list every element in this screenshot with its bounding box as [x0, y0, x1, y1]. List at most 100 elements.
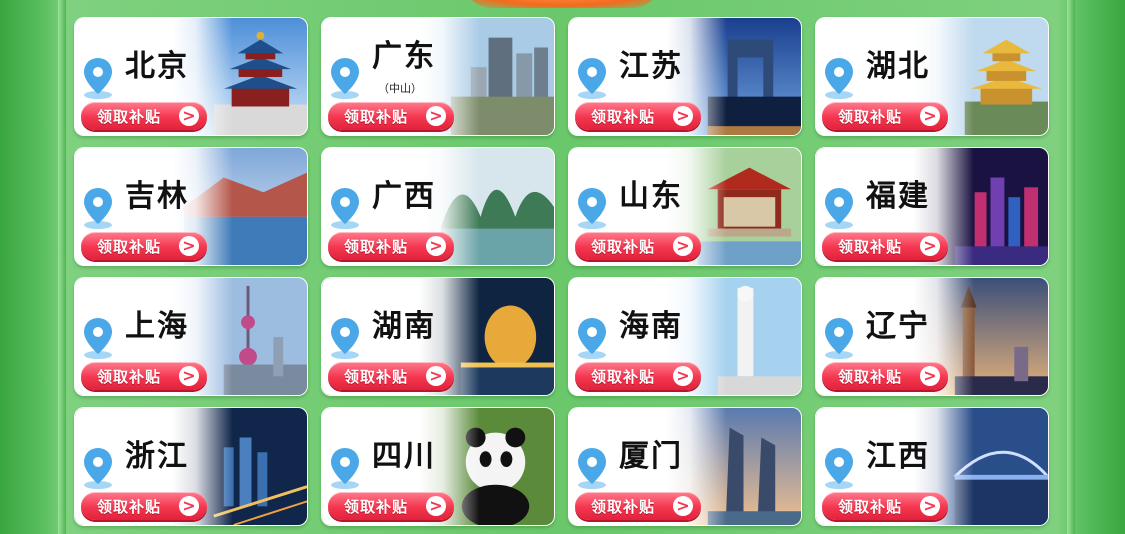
claim-subsidy-label: 领取补贴 — [591, 107, 656, 126]
claim-subsidy-button[interactable]: 领取补贴 > — [328, 362, 454, 390]
claim-subsidy-button[interactable]: 领取补贴 > — [81, 232, 207, 260]
claim-subsidy-label: 领取补贴 — [344, 367, 409, 386]
top-tab-glow — [462, 0, 662, 8]
claim-subsidy-button[interactable]: 领取补贴 > — [81, 102, 207, 130]
claim-subsidy-label: 领取补贴 — [838, 497, 903, 516]
region-card[interactable]: 江苏领取补贴 > — [568, 17, 802, 136]
chevron-right-icon: > — [920, 236, 940, 256]
claim-subsidy-label: 领取补贴 — [591, 367, 656, 386]
right-rail — [1067, 0, 1075, 534]
region-name: 海南 — [619, 309, 683, 344]
region-name: 上海 — [125, 309, 189, 344]
claim-subsidy-button[interactable]: 领取补贴 > — [822, 232, 948, 260]
claim-subsidy-button[interactable]: 领取补贴 > — [575, 102, 701, 130]
claim-subsidy-button[interactable]: 领取补贴 > — [575, 362, 701, 390]
region-name: 北京 — [125, 49, 189, 84]
location-pin-icon — [81, 446, 115, 490]
claim-subsidy-button[interactable]: 领取补贴 > — [575, 492, 701, 520]
region-name: 辽宁 — [866, 309, 930, 344]
location-pin-icon — [81, 186, 115, 230]
location-pin-icon — [575, 186, 609, 230]
claim-subsidy-label: 领取补贴 — [591, 237, 656, 256]
location-pin-icon — [328, 446, 362, 490]
chevron-right-icon: > — [179, 106, 199, 126]
chevron-right-icon: > — [673, 366, 693, 386]
region-name: 山东 — [619, 179, 683, 214]
location-pin-icon — [822, 56, 856, 100]
claim-subsidy-label: 领取补贴 — [97, 237, 162, 256]
claim-subsidy-button[interactable]: 领取补贴 > — [328, 232, 454, 260]
region-card[interactable]: 北京领取补贴 > — [74, 17, 308, 136]
chevron-right-icon: > — [920, 366, 940, 386]
claim-subsidy-button[interactable]: 领取补贴 > — [328, 102, 454, 130]
chevron-right-icon: > — [426, 106, 446, 126]
left-rail — [58, 0, 66, 534]
claim-subsidy-label: 领取补贴 — [344, 237, 409, 256]
chevron-right-icon: > — [920, 496, 940, 516]
region-card[interactable]: 吉林领取补贴 > — [74, 147, 308, 266]
claim-subsidy-button[interactable]: 领取补贴 > — [328, 492, 454, 520]
claim-subsidy-button[interactable]: 领取补贴 > — [822, 362, 948, 390]
chevron-right-icon: > — [426, 236, 446, 256]
location-pin-icon — [575, 446, 609, 490]
region-card[interactable]: 海南领取补贴 > — [568, 277, 802, 396]
location-pin-icon — [81, 56, 115, 100]
claim-subsidy-label: 领取补贴 — [97, 367, 162, 386]
claim-subsidy-button[interactable]: 领取补贴 > — [822, 492, 948, 520]
region-grid: 北京 领取补贴 > 广东 （中山） 领取补贴 > 江苏 领取补贴 > 湖北 领取补贴 > 吉林 领取… — [74, 17, 1049, 526]
location-pin-icon — [822, 316, 856, 360]
chevron-right-icon: > — [426, 366, 446, 386]
claim-subsidy-button[interactable]: 领取补贴 > — [81, 492, 207, 520]
region-card[interactable]: 广东 （中山） 领取补贴 > — [321, 17, 555, 136]
region-name: 浙江 — [125, 439, 189, 474]
claim-subsidy-button[interactable]: 领取补贴 > — [575, 232, 701, 260]
chevron-right-icon: > — [179, 366, 199, 386]
region-card[interactable]: 广西领取补贴 > — [321, 147, 555, 266]
location-pin-icon — [575, 316, 609, 360]
location-pin-icon — [822, 446, 856, 490]
region-name: 四川 — [372, 439, 436, 474]
region-name: 吉林 — [125, 179, 189, 214]
location-pin-icon — [575, 56, 609, 100]
region-name: 福建 — [866, 179, 930, 214]
region-subtitle: （中山） — [378, 82, 422, 95]
region-card[interactable]: 浙江领取补贴 > — [74, 407, 308, 526]
region-card[interactable]: 湖北领取补贴 > — [815, 17, 1049, 136]
region-name: 江西 — [866, 439, 930, 474]
region-name: 厦门 — [619, 439, 683, 474]
region-card[interactable]: 湖南领取补贴 > — [321, 277, 555, 396]
claim-subsidy-label: 领取补贴 — [344, 107, 409, 126]
region-card[interactable]: 四川领取补贴 > — [321, 407, 555, 526]
location-pin-icon — [328, 56, 362, 100]
chevron-right-icon: > — [673, 496, 693, 516]
location-pin-icon — [328, 186, 362, 230]
claim-subsidy-label: 领取补贴 — [97, 497, 162, 516]
region-card[interactable]: 江西领取补贴 > — [815, 407, 1049, 526]
claim-subsidy-button[interactable]: 领取补贴 > — [822, 102, 948, 130]
chevron-right-icon: > — [179, 496, 199, 516]
region-name: 广东 — [372, 39, 436, 74]
region-name: 江苏 — [619, 49, 683, 84]
region-name: 广西 — [372, 179, 436, 214]
chevron-right-icon: > — [426, 496, 446, 516]
claim-subsidy-label: 领取补贴 — [344, 497, 409, 516]
region-card[interactable]: 辽宁领取补贴 > — [815, 277, 1049, 396]
claim-subsidy-button[interactable]: 领取补贴 > — [81, 362, 207, 390]
region-name: 湖南 — [372, 309, 436, 344]
chevron-right-icon: > — [673, 106, 693, 126]
claim-subsidy-label: 领取补贴 — [838, 367, 903, 386]
region-card[interactable]: 福建领取补贴 > — [815, 147, 1049, 266]
region-card[interactable]: 上海领取补贴 > — [74, 277, 308, 396]
chevron-right-icon: > — [179, 236, 199, 256]
claim-subsidy-label: 领取补贴 — [838, 107, 903, 126]
region-card[interactable]: 山东领取补贴 > — [568, 147, 802, 266]
claim-subsidy-label: 领取补贴 — [97, 107, 162, 126]
chevron-right-icon: > — [673, 236, 693, 256]
region-card[interactable]: 厦门领取补贴 > — [568, 407, 802, 526]
chevron-right-icon: > — [920, 106, 940, 126]
location-pin-icon — [81, 316, 115, 360]
region-name: 湖北 — [866, 49, 930, 84]
location-pin-icon — [822, 186, 856, 230]
location-pin-icon — [328, 316, 362, 360]
claim-subsidy-label: 领取补贴 — [591, 497, 656, 516]
